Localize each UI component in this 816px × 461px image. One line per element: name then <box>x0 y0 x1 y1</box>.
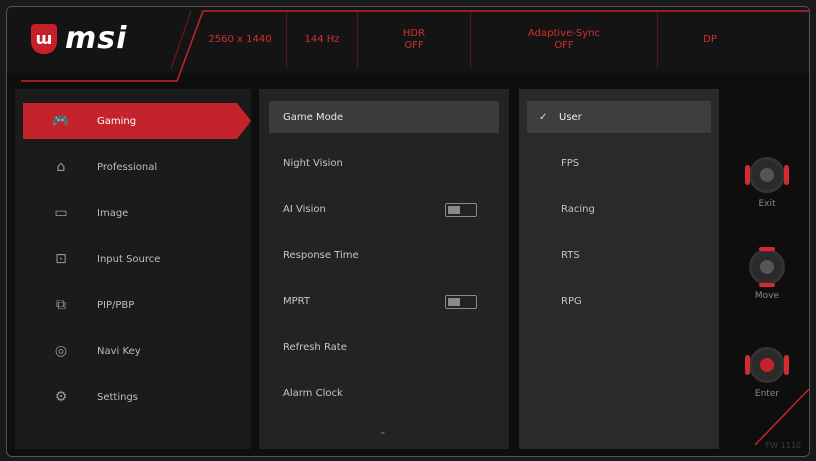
move-button[interactable]: Move <box>745 247 789 309</box>
move-label: Move <box>754 291 780 301</box>
sidebar-item-input-source[interactable]: ⊡ Input Source <box>23 241 237 277</box>
sidebar-item-label: Input Source <box>97 253 161 265</box>
menu-item-refresh-rate[interactable]: Refresh Rate <box>269 331 499 363</box>
menu-item-label: MPRT <box>283 295 310 307</box>
exit-button[interactable]: Exit <box>745 157 789 217</box>
option-label: User <box>559 111 582 123</box>
sidebar-item-label: Professional <box>97 161 158 173</box>
menu-item-label: Response Time <box>283 249 359 261</box>
status-adaptive-sync: Adaptive-Sync OFF <box>471 11 658 69</box>
checkmark-icon: ✓ <box>539 111 548 123</box>
option-label: RPG <box>561 295 582 307</box>
ai-vision-toggle[interactable] <box>445 203 477 217</box>
menu-item-alarm-clock[interactable]: Alarm Clock <box>269 377 499 409</box>
option-rpg[interactable]: RPG <box>527 285 711 317</box>
down-indicator <box>759 283 775 287</box>
option-label: Racing <box>561 203 595 215</box>
menu-item-label: Refresh Rate <box>283 341 347 353</box>
option-label: FPS <box>561 157 580 169</box>
status-input: DP <box>703 34 717 45</box>
menu-item-label: Alarm Clock <box>283 387 343 399</box>
input-source-icon: ⊡ <box>55 251 67 267</box>
menu-item-label: AI Vision <box>283 203 326 215</box>
up-indicator <box>759 247 775 251</box>
left-indicator <box>745 165 750 185</box>
status-bar: 2560 x 1440 144 Hz HDR OFF Adaptive-Sync O… <box>194 11 804 69</box>
status-refresh: 144 Hz <box>287 11 358 69</box>
sidebar-item-settings[interactable]: ⚙ Settings <box>23 379 237 415</box>
sidebar-item-label: Gaming <box>97 115 137 127</box>
enter-label: Enter <box>754 389 780 399</box>
options-panel: ✓ User FPS Racing RTS RPG <box>519 89 719 449</box>
header-bar: ɯ msi 2560 x 1440 144 Hz HDR OFF Adaptive… <box>7 7 809 73</box>
option-fps[interactable]: FPS <box>527 147 711 179</box>
left-indicator <box>745 355 750 375</box>
msi-logo: ɯ msi <box>31 21 127 56</box>
house-icon: ⌂ <box>56 159 66 175</box>
sidebar-item-label: PIP/PBP <box>97 299 135 311</box>
option-racing[interactable]: Racing <box>527 193 711 225</box>
sidebar-item-image[interactable]: ▭ Image <box>23 195 237 231</box>
menu-item-ai-vision[interactable]: AI Vision <box>269 193 499 225</box>
mprt-toggle[interactable] <box>445 295 477 309</box>
sidebar-item-gaming[interactable]: 🎮 Gaming <box>23 103 251 139</box>
image-icon: ▭ <box>54 205 68 221</box>
enter-button[interactable]: Enter <box>745 347 789 407</box>
right-indicator <box>784 165 789 185</box>
settings-icon: ⚙ <box>54 389 68 405</box>
scroll-down-icon[interactable]: ⌄ <box>379 427 387 437</box>
gamepad-icon: 🎮 <box>52 113 70 129</box>
menu-item-mprt[interactable]: MPRT <box>269 285 499 317</box>
joystick-press-icon <box>749 347 785 383</box>
option-rts[interactable]: RTS <box>527 239 711 271</box>
sidebar-item-label: Settings <box>97 391 139 403</box>
navigation-hints: Exit Move Enter FW 1110 <box>725 89 809 456</box>
exit-label: Exit <box>758 199 776 209</box>
sidebar-item-pip-pbp[interactable]: ⧉ PIP/PBP <box>23 287 237 323</box>
joystick-updown-icon <box>749 249 785 285</box>
sidebar-item-navi-key[interactable]: ◎ Navi Key <box>23 333 237 369</box>
menu-item-game-mode[interactable]: Game Mode <box>269 101 499 133</box>
active-arrow <box>237 103 251 139</box>
status-hdr: HDR OFF <box>358 11 471 69</box>
right-indicator <box>784 355 789 375</box>
joystick-left-icon <box>749 157 785 193</box>
sidebar-item-label: Image <box>97 207 129 219</box>
sidebar-item-label: Navi Key <box>97 345 141 357</box>
menu-item-label: Night Vision <box>283 157 343 169</box>
submenu-panel: Game Mode Night Vision AI Vision Respons… <box>259 89 509 449</box>
dragon-shield-icon: ɯ <box>31 23 57 54</box>
brand-name: msi <box>65 21 128 56</box>
status-resolution: 2560 x 1440 <box>194 11 287 69</box>
menu-item-label: Game Mode <box>283 111 344 123</box>
menu-item-night-vision[interactable]: Night Vision <box>269 147 499 179</box>
navi-key-icon: ◎ <box>54 343 68 359</box>
option-label: RTS <box>561 249 580 261</box>
option-user[interactable]: ✓ User <box>527 101 711 133</box>
menu-item-response-time[interactable]: Response Time <box>269 239 499 271</box>
category-sidebar: 🎮 Gaming ⌂ Professional ▭ Image ⊡ Input … <box>15 89 251 449</box>
osd-frame: ɯ msi 2560 x 1440 144 Hz HDR OFF Adaptive… <box>6 6 810 457</box>
firmware-version: FW 1110 <box>765 441 801 450</box>
pip-icon: ⧉ <box>56 297 66 313</box>
sidebar-item-professional[interactable]: ⌂ Professional <box>23 149 237 185</box>
